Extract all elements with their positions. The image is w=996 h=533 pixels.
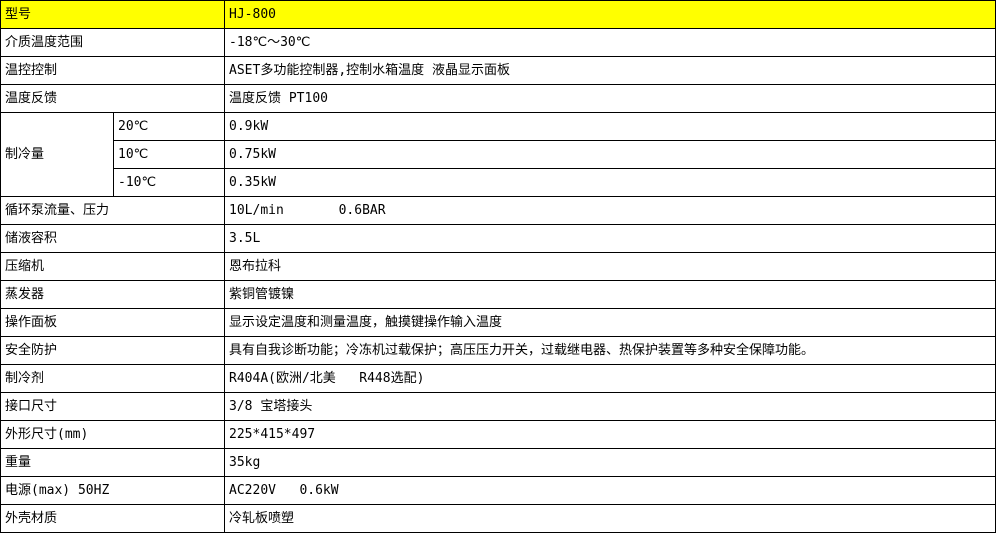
table-row: 外形尺寸(mm) 225*415*497 xyxy=(0,420,996,449)
row-value: 10L/min 0.6BAR xyxy=(224,196,996,225)
row-label: 温控控制 xyxy=(0,56,226,85)
row-label: 储液容积 xyxy=(0,224,226,253)
table-row: 重量 35kg xyxy=(0,448,996,477)
row-value: R404A(欧洲/北美 R448选配) xyxy=(224,364,996,393)
row-value: ASET多功能控制器,控制水箱温度 液晶显示面板 xyxy=(224,56,996,85)
row-label: 电源(max) 50HZ xyxy=(0,476,226,505)
cooling-temp: 20℃ xyxy=(112,112,226,141)
row-value: 3.5L xyxy=(224,224,996,253)
cooling-temp: 10℃ xyxy=(112,140,226,169)
table-row: 循环泵流量、压力 10L/min 0.6BAR xyxy=(0,196,996,225)
row-label: 接口尺寸 xyxy=(0,392,226,421)
row-value: 温度反馈 PT100 xyxy=(224,84,996,113)
header-value: HJ-800 xyxy=(224,0,996,29)
table-row: 储液容积 3.5L xyxy=(0,224,996,253)
header-row: 型号 HJ-800 xyxy=(0,0,996,29)
row-value: 35kg xyxy=(224,448,996,477)
row-label: 重量 xyxy=(0,448,226,477)
row-label: 制冷剂 xyxy=(0,364,226,393)
cooling-value: 0.9kW xyxy=(224,112,996,141)
row-value: 3/8 宝塔接头 xyxy=(224,392,996,421)
table-row: 温控控制 ASET多功能控制器,控制水箱温度 液晶显示面板 xyxy=(0,56,996,85)
row-label: 安全防护 xyxy=(0,336,226,365)
table-row: 蒸发器 紫铜管镀镍 xyxy=(0,280,996,309)
row-value: 恩布拉科 xyxy=(224,252,996,281)
row-value: AC220V 0.6kW xyxy=(224,476,996,505)
row-value: 冷轧板喷塑 xyxy=(224,504,996,533)
table-row: 外壳材质 冷轧板喷塑 xyxy=(0,504,996,533)
row-value: 具有自我诊断功能；冷冻机过载保护；高压压力开关，过载继电器、热保护装置等多种安全… xyxy=(224,336,996,365)
table-row: 接口尺寸 3/8 宝塔接头 xyxy=(0,392,996,421)
table-row: 压缩机 恩布拉科 xyxy=(0,252,996,281)
row-value: 225*415*497 xyxy=(224,420,996,449)
row-label: 介质温度范围 xyxy=(0,28,226,57)
cooling-value: 0.35kW xyxy=(224,168,996,197)
table-row: 电源(max) 50HZ AC220V 0.6kW xyxy=(0,476,996,505)
cooling-temp: -10℃ xyxy=(112,168,226,197)
table-row: 介质温度范围 -18℃～30℃ xyxy=(0,28,996,57)
table-row: 操作面板 显示设定温度和测量温度，触摸键操作输入温度 xyxy=(0,308,996,337)
row-label: 外形尺寸(mm) xyxy=(0,420,226,449)
cooling-value: 0.75kW xyxy=(224,140,996,169)
row-label: 循环泵流量、压力 xyxy=(0,196,226,225)
header-label: 型号 xyxy=(0,0,226,29)
row-value: 显示设定温度和测量温度，触摸键操作输入温度 xyxy=(224,308,996,337)
table-row: 安全防护 具有自我诊断功能；冷冻机过载保护；高压压力开关，过载继电器、热保护装置… xyxy=(0,336,996,365)
spec-table: 型号 HJ-800 介质温度范围 -18℃～30℃ 温控控制 ASET多功能控制… xyxy=(0,0,996,533)
table-row: 制冷剂 R404A(欧洲/北美 R448选配) xyxy=(0,364,996,393)
row-label: 蒸发器 xyxy=(0,280,226,309)
table-row: -10℃ 0.35kW xyxy=(1,168,996,197)
row-label: 外壳材质 xyxy=(0,504,226,533)
row-value: 紫铜管镀镍 xyxy=(224,280,996,309)
table-row: 制冷量 20℃ 0.9kW xyxy=(0,112,996,197)
row-label: 温度反馈 xyxy=(0,84,226,113)
table-row: 温度反馈 温度反馈 PT100 xyxy=(0,84,996,113)
cooling-label: 制冷量 xyxy=(0,112,114,197)
row-label: 压缩机 xyxy=(0,252,226,281)
row-value: -18℃～30℃ xyxy=(224,28,996,57)
row-label: 操作面板 xyxy=(0,308,226,337)
table-row: 10℃ 0.75kW xyxy=(1,140,996,169)
